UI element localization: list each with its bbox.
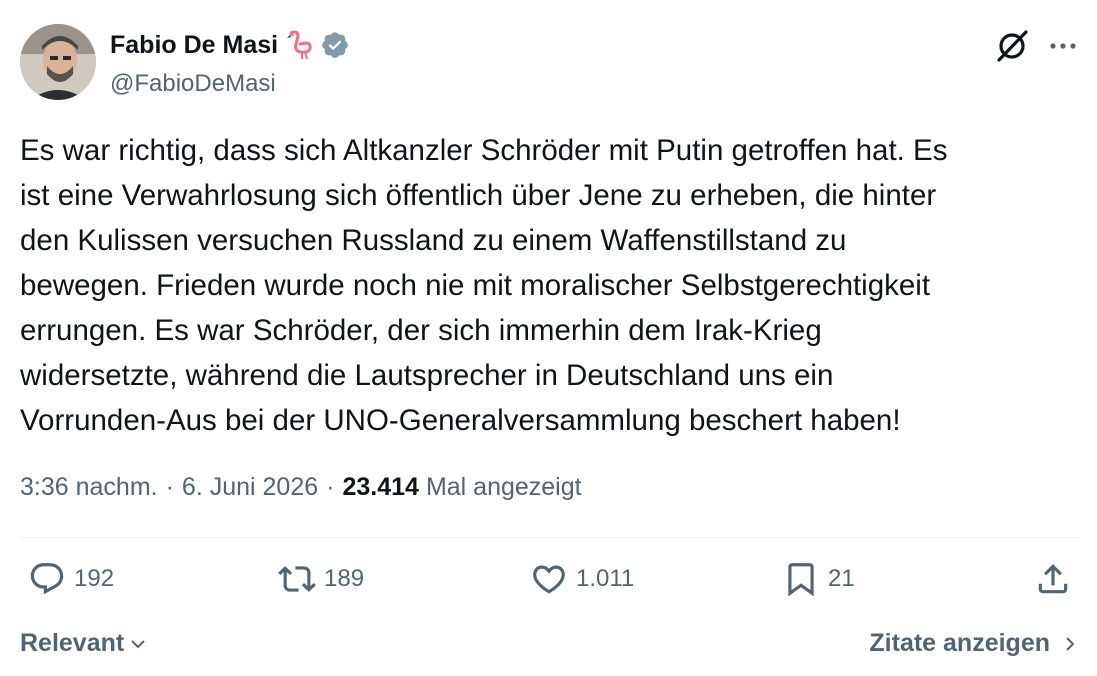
tweet-time[interactable]: 3:36 nachm. [20,473,158,502]
share-button[interactable] [1034,560,1072,598]
avatar-photo [20,24,96,100]
avatar[interactable] [20,24,96,100]
meta-separator: · [326,473,335,501]
sort-dropdown[interactable]: Relevant [20,629,148,658]
reply-icon [30,563,64,595]
bookmark-button[interactable]: 21 [782,560,855,598]
views-count: 23.414 [342,473,419,501]
retweet-icon [278,566,316,592]
tweet-text: Es war richtig, dass sich Altkanzler Sch… [20,134,948,437]
reply-button[interactable]: 192 [28,560,114,598]
replies-footer: Relevant Zitate anzeigen [20,625,1080,665]
share-icon [1038,564,1068,594]
view-quotes-link[interactable]: Zitate anzeigen [869,629,1080,658]
like-button[interactable]: 1.011 [530,560,634,598]
like-count: 1.011 [576,565,635,592]
quotes-label: Zitate anzeigen [869,629,1050,657]
tweet-card: Fabio De Masi @FabioDeMasi Es war richti… [0,0,1097,676]
reply-count: 192 [74,565,115,592]
bookmark-icon [788,563,814,597]
author-handle[interactable]: @FabioDeMasi [110,70,276,98]
views-label: Mal angezeigt [425,473,582,501]
heart-icon [533,565,565,594]
chevron-right-icon [1066,636,1075,651]
tweet-date[interactable]: 6. Juni 2026 [182,473,318,502]
meta-separator: · [165,473,174,501]
bookmark-count: 21 [828,565,855,592]
retweet-count: 189 [324,565,365,592]
display-name[interactable]: Fabio De Masi [110,31,278,60]
divider [20,537,1080,538]
name-row: Fabio De Masi [110,30,350,60]
sort-label: Relevant [20,629,125,657]
action-bar: 192 189 1.011 21 [20,560,1080,610]
tweet-header: Fabio De Masi @FabioDeMasi [20,24,1080,102]
verified-badge-icon[interactable] [320,30,350,60]
more-options-icon[interactable] [1046,32,1080,60]
grok-icon[interactable] [994,28,1030,64]
retweet-button[interactable]: 189 [278,560,364,598]
tweet-meta: 3:36 nachm. · 6. Juni 2026 · 23.414 Mal … [20,473,582,502]
chevron-down-icon [131,639,145,648]
flamingo-icon [284,30,314,60]
